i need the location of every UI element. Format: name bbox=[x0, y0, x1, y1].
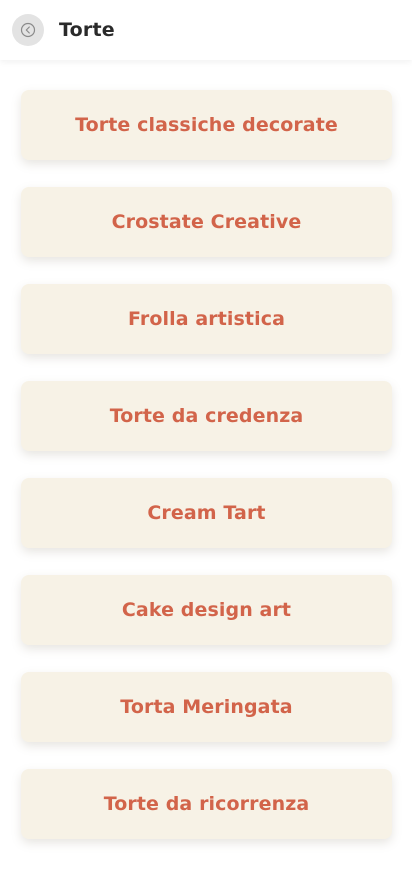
page-title: Torte bbox=[59, 19, 115, 41]
category-card-cream-tart[interactable]: Cream Tart bbox=[21, 478, 392, 548]
category-label: Torte da ricorrenza bbox=[103, 793, 310, 815]
category-label: Torte classiche decorate bbox=[75, 114, 338, 136]
category-label: Cream Tart bbox=[147, 502, 266, 524]
category-list: Torte classiche decorate Crostate Creati… bbox=[21, 90, 392, 866]
category-label: Torta Meringata bbox=[120, 696, 293, 718]
circle-arrow-left-icon bbox=[20, 22, 36, 38]
category-label: Cake design art bbox=[121, 599, 292, 621]
category-card-frolla-artistica[interactable]: Frolla artistica bbox=[21, 284, 392, 354]
category-card-cake-design-art[interactable]: Cake design art bbox=[21, 575, 392, 645]
category-label: Frolla artistica bbox=[127, 308, 286, 330]
back-button[interactable] bbox=[12, 14, 44, 46]
category-card-torte-classiche-decorate[interactable]: Torte classiche decorate bbox=[21, 90, 392, 160]
category-card-torte-da-ricorrenza[interactable]: Torte da ricorrenza bbox=[21, 769, 392, 839]
app-header: Torte bbox=[0, 0, 412, 60]
category-label: Crostate Creative bbox=[111, 211, 302, 233]
category-card-torte-da-credenza[interactable]: Torte da credenza bbox=[21, 381, 392, 451]
category-label: Torte da credenza bbox=[109, 405, 304, 427]
category-card-torta-meringata[interactable]: Torta Meringata bbox=[21, 672, 392, 742]
category-card-crostate-creative[interactable]: Crostate Creative bbox=[21, 187, 392, 257]
